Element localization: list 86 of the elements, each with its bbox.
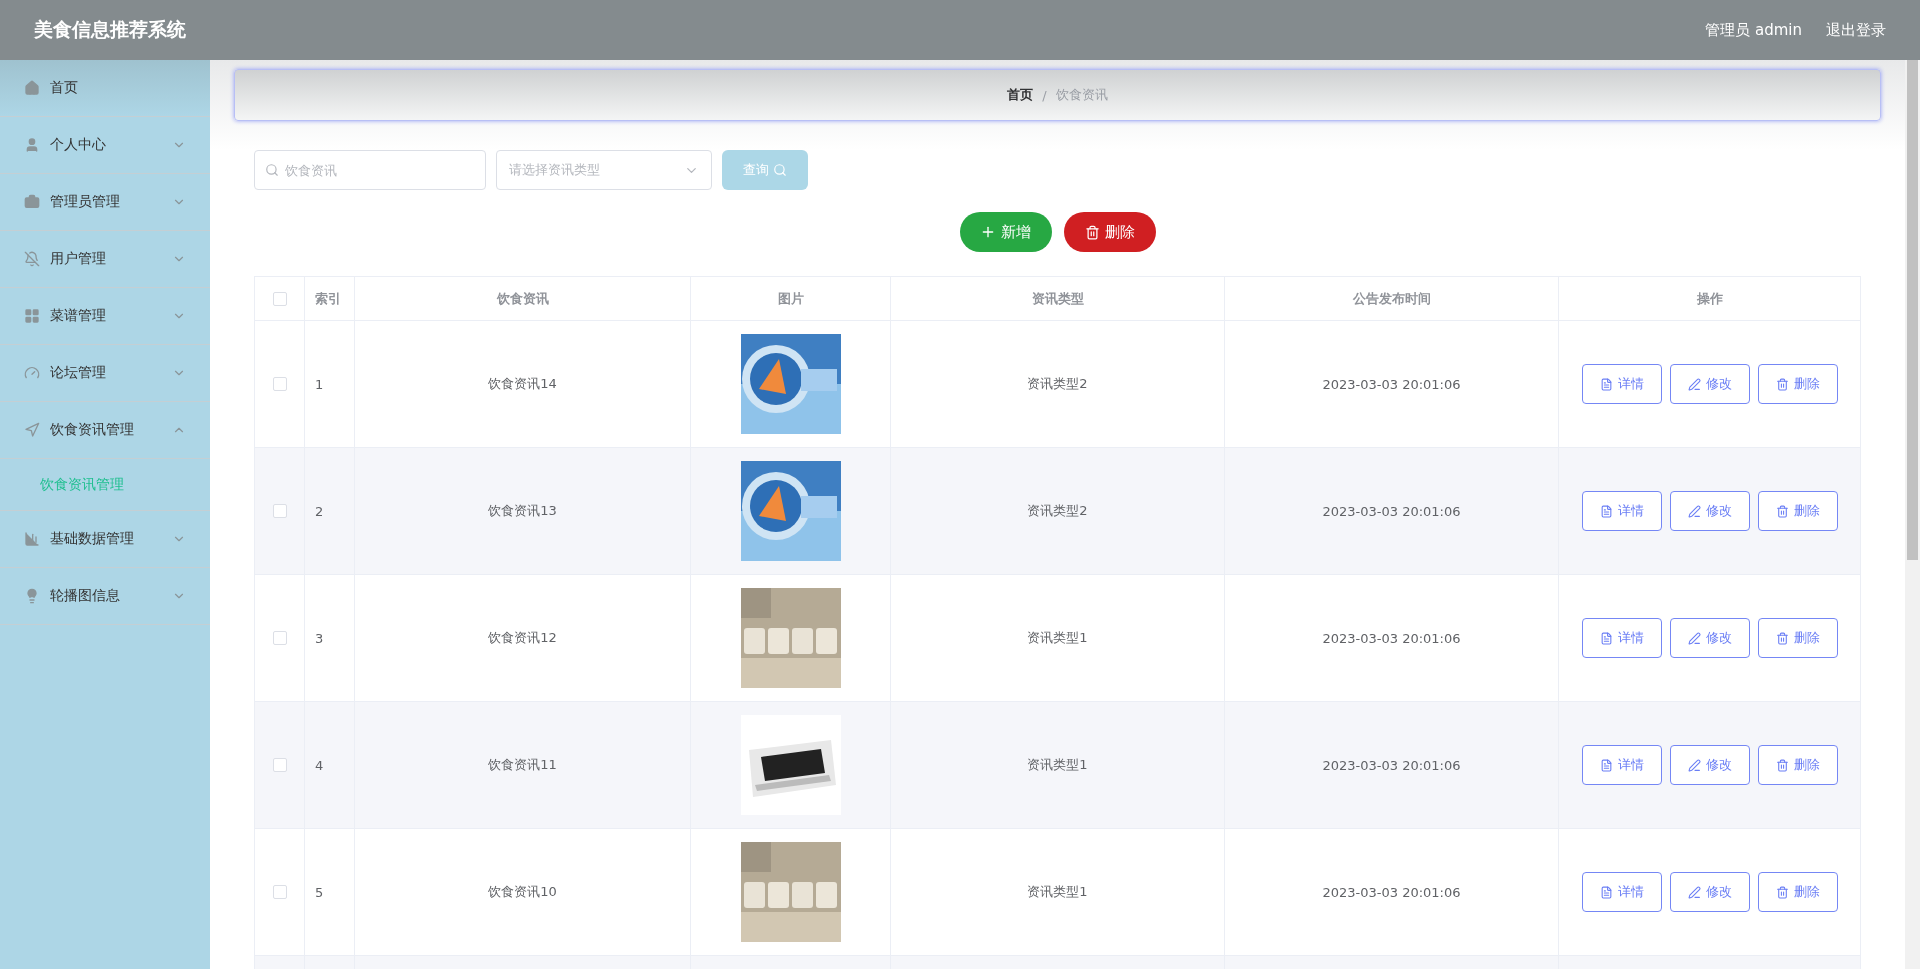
details-button[interactable]: 详情 <box>1581 872 1662 912</box>
delete-button[interactable]: 删除 <box>1757 618 1838 658</box>
edit-button[interactable]: 修改 <box>1669 364 1750 404</box>
add-button[interactable]: 新增 <box>959 212 1052 252</box>
row-checkbox[interactable] <box>272 758 287 772</box>
breadcrumb-item[interactable]: 首页 <box>1007 86 1034 104</box>
row-checkbox[interactable] <box>272 377 287 391</box>
document-icon <box>1599 631 1613 645</box>
bell-off-icon <box>24 251 40 267</box>
table-cell: 资讯类型1 <box>1027 756 1088 774</box>
type-select[interactable]: 请选择资讯类型 <box>496 150 712 190</box>
pen-icon <box>1687 885 1701 899</box>
table-cell: 饮食资讯11 <box>488 756 557 774</box>
column-header: 公告发布时间 <box>1352 289 1431 308</box>
pen-icon <box>1687 631 1701 645</box>
details-button[interactable]: 详情 <box>1581 618 1662 658</box>
document-icon <box>1599 885 1613 899</box>
table-cell: 2023-03-03 20:01:06 <box>1322 630 1461 646</box>
grid-icon <box>24 308 40 324</box>
document-icon <box>1599 377 1613 391</box>
table-cell: 资讯类型1 <box>1027 629 1088 647</box>
delete-button[interactable]: 删除 <box>1757 872 1838 912</box>
user-icon <box>24 137 40 153</box>
table-cell: 2023-03-03 20:01:06 <box>1322 884 1461 900</box>
document-icon <box>1599 504 1613 518</box>
trash-icon <box>1775 504 1789 518</box>
table-cell: 资讯类型2 <box>1027 502 1088 520</box>
app-title: 美食信息推荐系统 <box>34 17 187 42</box>
table-cell: 2023-03-03 20:01:06 <box>1322 503 1461 519</box>
table-cell: 4 <box>315 757 324 773</box>
row-checkbox[interactable] <box>272 631 287 645</box>
table-cell: 饮食资讯10 <box>488 883 557 901</box>
table-cell: 资讯类型2 <box>1027 375 1088 393</box>
row-checkbox[interactable] <box>272 885 287 899</box>
navigation-icon <box>24 422 40 438</box>
edit-button[interactable]: 修改 <box>1669 491 1750 531</box>
search-field[interactable]: 饮食资讯 <box>254 150 486 190</box>
breadcrumb-separator: / <box>1042 87 1047 103</box>
column-header: 资讯类型 <box>1031 289 1084 308</box>
column-header: 饮食资讯 <box>496 289 549 308</box>
pen-icon <box>1687 504 1701 518</box>
delete-button[interactable]: 删除 <box>1757 364 1838 404</box>
trash-icon <box>1775 758 1789 772</box>
column-header: 图片 <box>777 289 804 308</box>
column-header: 操作 <box>1696 289 1723 308</box>
search-icon <box>773 163 787 177</box>
edit-button[interactable]: 修改 <box>1669 618 1750 658</box>
pen-icon <box>1687 377 1701 391</box>
select-all-checkbox[interactable] <box>272 291 287 306</box>
briefcase-icon <box>24 194 40 210</box>
trash-icon <box>1084 224 1100 240</box>
trash-icon <box>1775 631 1789 645</box>
details-button[interactable]: 详情 <box>1581 745 1662 785</box>
table-cell: 饮食资讯12 <box>488 629 557 647</box>
breadcrumb-item: 饮食资讯 <box>1055 86 1108 104</box>
details-button[interactable]: 详情 <box>1581 364 1662 404</box>
table-cell: 资讯类型1 <box>1027 883 1088 901</box>
table-cell: 2023-03-03 20:01:06 <box>1322 757 1461 773</box>
trash-icon <box>1775 377 1789 391</box>
document-icon <box>1599 758 1613 772</box>
search-icon <box>265 163 279 177</box>
table-cell: 2 <box>315 503 324 519</box>
row-checkbox[interactable] <box>272 504 287 518</box>
delete-button[interactable]: 删除 <box>1757 491 1838 531</box>
gauge-icon <box>24 365 40 381</box>
table-cell: 饮食资讯14 <box>488 375 557 393</box>
plus-icon <box>980 224 996 240</box>
table-cell: 2023-03-03 20:01:06 <box>1322 376 1461 392</box>
sidebar-item[interactable]: 首页 <box>0 60 210 117</box>
table-cell: 饮食资讯13 <box>488 502 557 520</box>
delete-button[interactable]: 删除 <box>1063 212 1156 252</box>
user-label: 管理员 admin <box>1705 20 1802 40</box>
scrollbar[interactable] <box>1905 60 1920 969</box>
lightbulb-icon <box>24 588 40 604</box>
logout-link[interactable]: 退出登录 <box>1826 20 1886 40</box>
delete-button[interactable]: 删除 <box>1757 745 1838 785</box>
pen-icon <box>1687 758 1701 772</box>
trash-icon <box>1775 885 1789 899</box>
home-icon <box>24 80 40 96</box>
table-cell: 3 <box>315 630 324 646</box>
details-button[interactable]: 详情 <box>1581 491 1662 531</box>
table-cell: 5 <box>315 884 324 900</box>
edit-button[interactable]: 修改 <box>1669 745 1750 785</box>
column-header: 索引 <box>315 289 341 308</box>
edit-button[interactable]: 修改 <box>1669 872 1750 912</box>
table-cell: 1 <box>315 376 324 392</box>
